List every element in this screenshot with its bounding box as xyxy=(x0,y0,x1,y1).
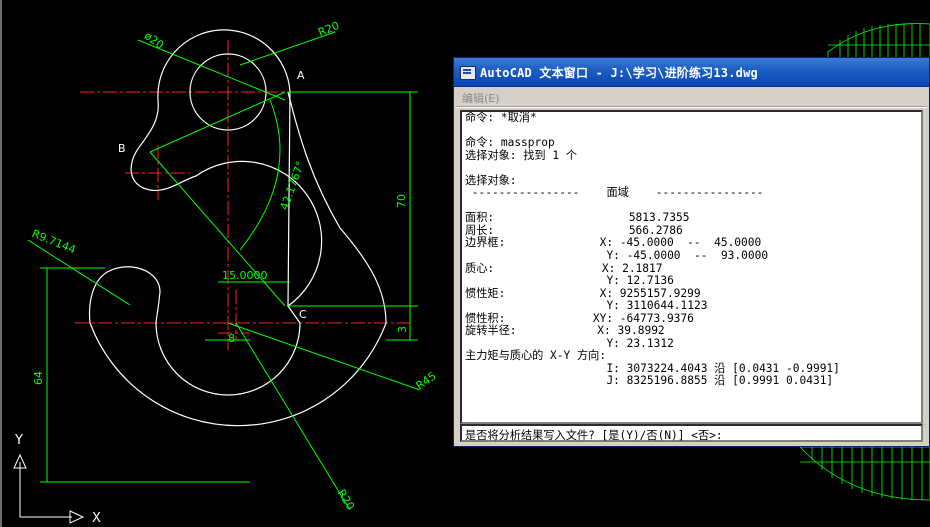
dimension-texts: ø20 R20 R9.7144 42.1767° 15.0000 70 3 64… xyxy=(30,19,439,512)
dim-height-3: 3 xyxy=(396,326,409,333)
hatch-region-top xyxy=(827,23,930,61)
dim-length-15: 15.0000 xyxy=(222,269,268,282)
dim-height-64: 64 xyxy=(32,371,45,385)
point-label-a: A xyxy=(297,69,305,82)
text-window-menubar: 编辑(E) xyxy=(458,87,929,107)
text-window-titlebar[interactable]: AutoCAD 文本窗口 - J:\学习\进阶练习13.dwg xyxy=(454,58,929,87)
center-lines xyxy=(75,40,410,350)
autocad-app-icon xyxy=(460,66,476,80)
menubar-separator xyxy=(456,106,927,108)
point-label-c: C xyxy=(299,308,307,321)
drawing-annotations: A B C xyxy=(118,69,307,321)
command-input-line[interactable]: 是否将分析结果写入文件? [是(Y)/否(N)] <否>: xyxy=(460,424,923,442)
ucs-icon xyxy=(13,453,85,524)
command-history-text: 命令: *取消* 命令: massprop 选择对象: 找到 1 个 选择对象:… xyxy=(465,111,840,388)
command-prompt-text: 是否将分析结果写入文件? [是(Y)/否(N)] <否>: xyxy=(465,429,723,442)
dim-width-8: 8 xyxy=(228,332,235,345)
dim-radius-9: R9.7144 xyxy=(30,227,78,256)
menu-edit[interactable]: 编辑(E) xyxy=(462,90,500,106)
command-history-area[interactable]: 命令: *取消* 命令: massprop 选择对象: 找到 1 个 选择对象:… xyxy=(460,110,923,424)
dim-radius-20-top: R20 xyxy=(316,19,341,39)
ucs-x-label: X xyxy=(92,511,101,526)
hook-outline xyxy=(88,29,387,427)
dim-diameter-20: ø20 xyxy=(142,29,166,52)
hatch-region-bottom xyxy=(799,446,930,501)
dim-height-70: 70 xyxy=(395,194,408,208)
text-window-title: AutoCAD 文本窗口 - J:\学习\进阶练习13.dwg xyxy=(480,66,758,80)
ucs-y-label: Y xyxy=(14,433,23,448)
autocad-text-window[interactable]: AutoCAD 文本窗口 - J:\学习\进阶练习13.dwg 编辑(E) 命令… xyxy=(453,57,930,447)
dim-radius-20-bottom: R20 xyxy=(335,487,357,512)
point-label-b: B xyxy=(118,142,126,155)
dim-angle: 42.1767° xyxy=(278,159,308,211)
